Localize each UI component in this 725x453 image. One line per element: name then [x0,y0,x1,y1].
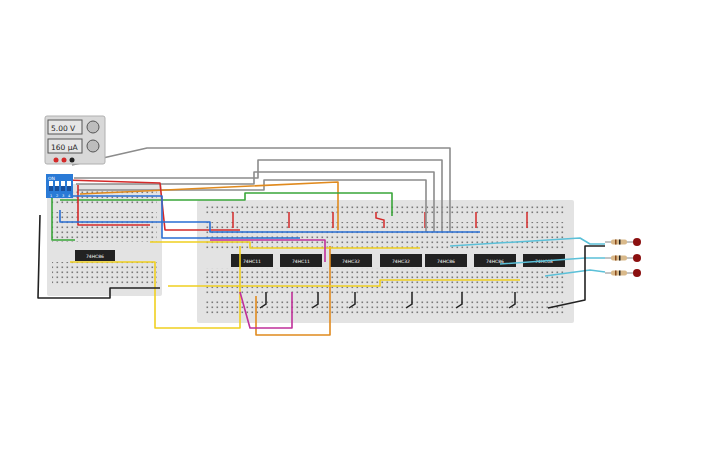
power-supply[interactable]: 5.00 V 160 µA [45,116,105,164]
wire[interactable] [240,292,292,328]
wire[interactable] [76,172,434,232]
voltage-display [48,120,82,134]
wire[interactable] [168,280,520,286]
jumper-wire[interactable] [376,212,384,228]
circuit-diagram: 74HC86 74HC11 74HC11 74HC32 74HC32 74HC86 74HC… [0,0,725,453]
jumper-wire[interactable] [509,292,515,308]
svg-text:74HC86: 74HC86 [86,254,104,259]
switch-toggle[interactable] [61,181,65,186]
svg-text:74HC32: 74HC32 [342,259,360,264]
chip[interactable]: 74HC11 [231,254,273,267]
terminal-icon [54,158,59,163]
svg-text:74HC11: 74HC11 [292,259,310,264]
chip[interactable]: 74HC32 [330,254,372,267]
terminal-icon [70,158,75,163]
jumper-wire[interactable] [312,292,318,308]
wire[interactable] [70,246,240,328]
svg-text:1: 1 [50,194,52,198]
terminal-icon [62,158,67,163]
led-icon[interactable] [633,254,641,262]
svg-text:74HC86: 74HC86 [437,259,455,264]
wire[interactable] [545,270,605,276]
svg-text:5.00 V: 5.00 V [51,124,76,133]
switch-toggle[interactable] [67,181,71,186]
led-icon[interactable] [633,238,641,246]
jumper-wire[interactable] [349,292,355,308]
led[interactable] [605,238,641,246]
wire[interactable] [548,246,605,308]
led-icon[interactable] [633,269,641,277]
chip[interactable]: 74HC32 [380,254,422,267]
chip[interactable]: 74HC86 [474,254,516,267]
led[interactable] [605,254,641,262]
wire[interactable] [38,215,160,298]
circuit-canvas: 74HC86 74HC11 74HC11 74HC32 74HC32 74HC86 74HC… [0,0,725,453]
led[interactable] [605,269,641,277]
jumper-wire[interactable] [332,212,334,228]
jumper-wire[interactable] [475,212,477,228]
main-breadboard [197,200,574,323]
jumper-wire[interactable] [456,292,462,308]
wire[interactable] [210,240,325,262]
resistor[interactable] [611,256,627,261]
switch-toggle[interactable] [49,181,53,186]
wire[interactable] [450,238,605,246]
resistor[interactable] [611,240,627,245]
svg-text:74HC11: 74HC11 [243,259,261,264]
jumper-wire[interactable] [260,292,266,308]
jumper-wire[interactable] [406,292,412,308]
chip[interactable]: 74HC86 [75,250,115,261]
jumper-wire[interactable] [288,212,290,228]
wire[interactable] [78,180,426,232]
svg-text:74HC86: 74HC86 [486,259,504,264]
svg-text:2: 2 [56,194,58,198]
chip[interactable]: 74HC86 [425,254,467,267]
current-display [48,139,82,153]
wire[interactable] [500,258,605,264]
svg-text:ON: ON [48,176,55,181]
resistor[interactable] [611,271,627,276]
svg-text:4: 4 [68,194,71,198]
wire[interactable] [78,185,150,225]
wire[interactable] [150,242,420,248]
wire[interactable] [72,148,450,232]
wire[interactable] [60,210,480,232]
jumper-wire[interactable] [232,212,234,228]
svg-text:74HC32: 74HC32 [392,259,410,264]
current-knob-icon[interactable] [87,140,99,152]
wire[interactable] [256,246,330,335]
dip-switch[interactable]: ON 1234 [46,174,73,198]
chip[interactable]: 74HC11 [280,254,322,267]
voltage-knob-icon[interactable] [87,121,99,133]
svg-text:3: 3 [62,194,64,198]
jumper-wire[interactable] [526,212,528,228]
switch-toggle[interactable] [55,181,59,186]
svg-text:160 µA: 160 µA [51,143,78,152]
